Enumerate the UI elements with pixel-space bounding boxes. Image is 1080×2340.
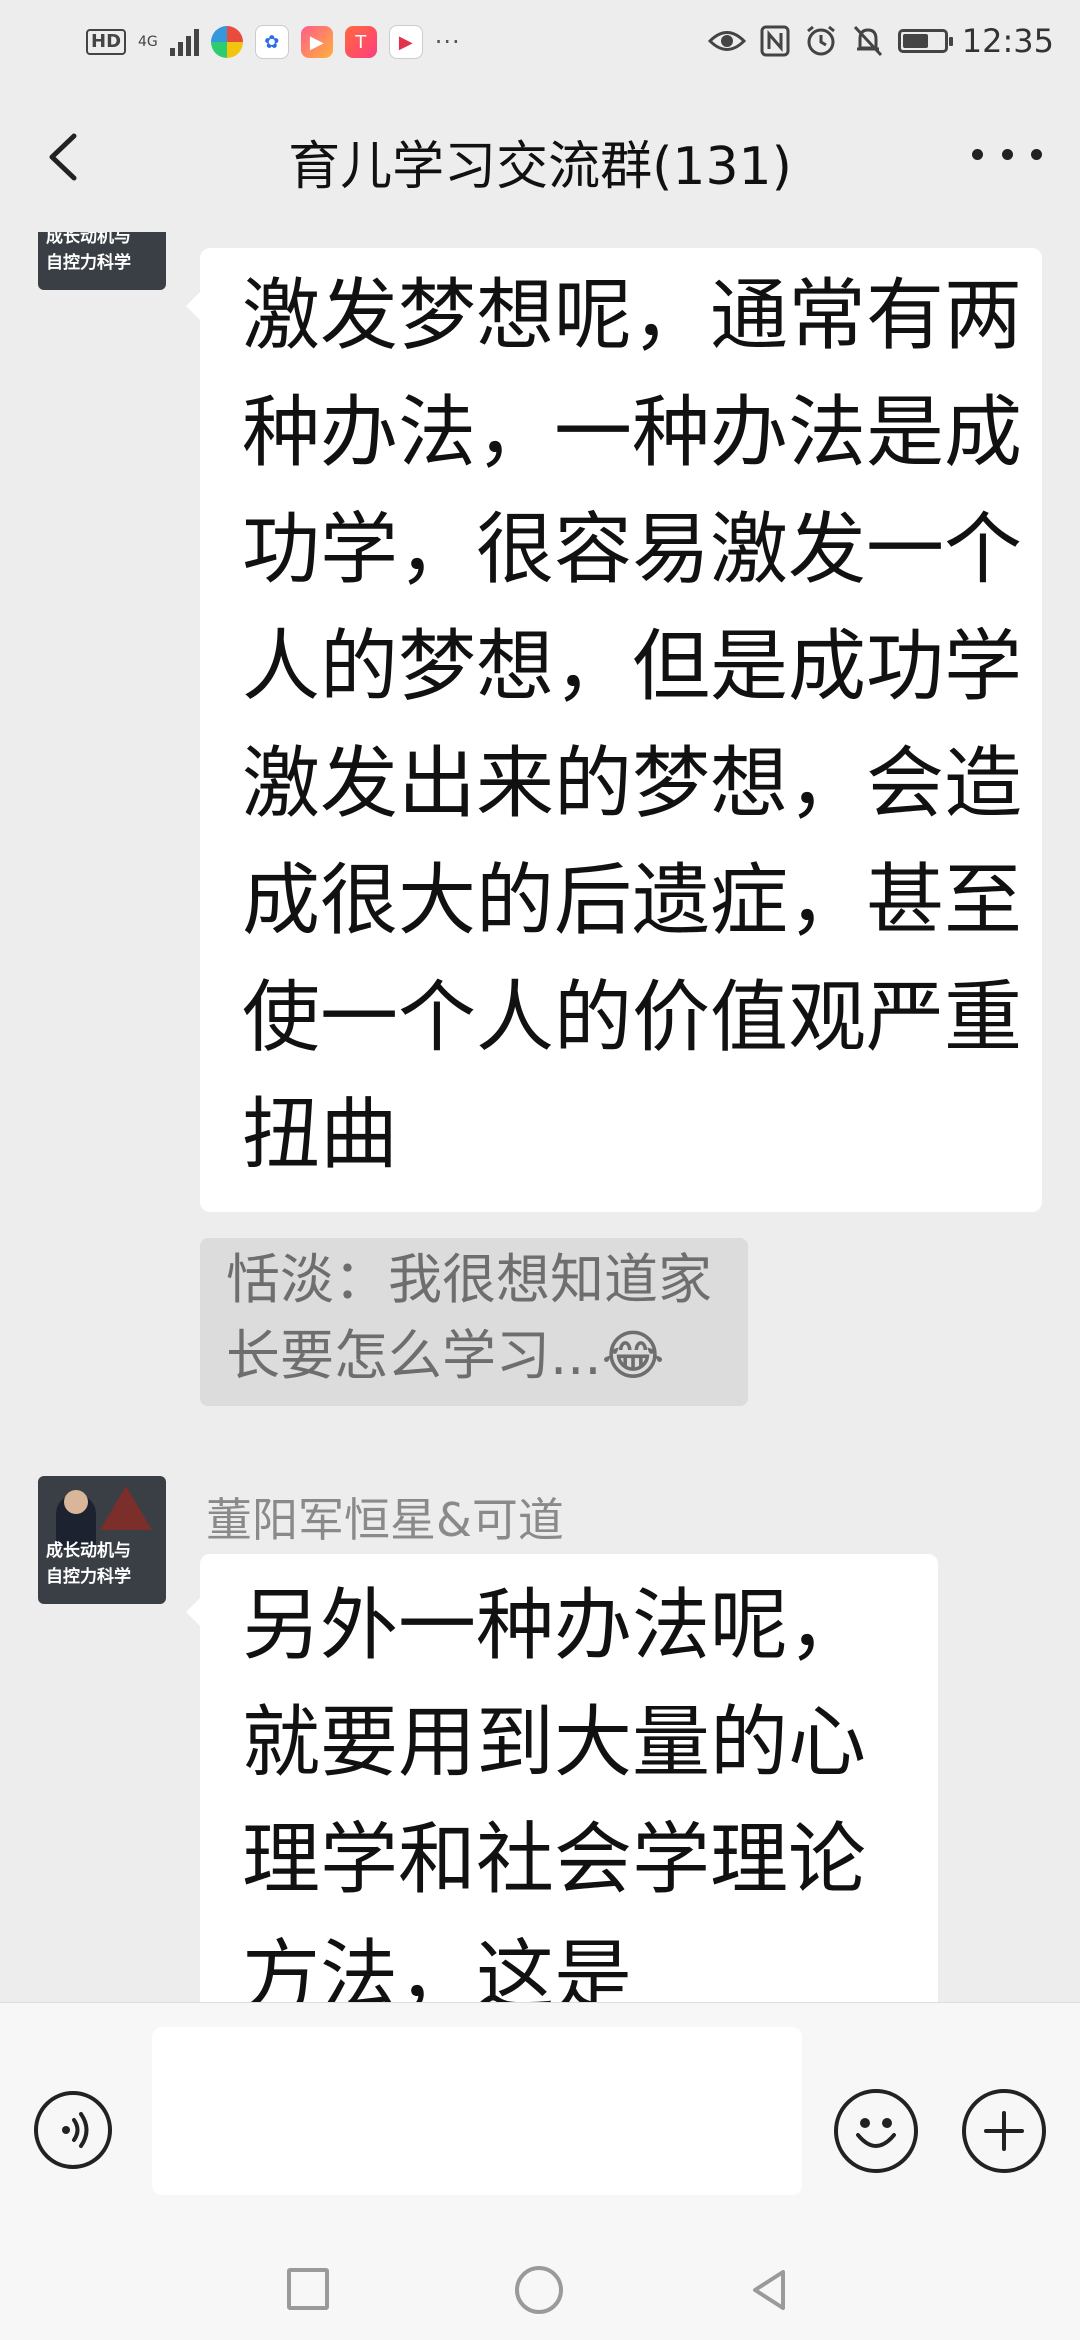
signal-icon (169, 28, 199, 56)
system-nav-bar (0, 2260, 1080, 2340)
message-text: 激发梦想呢，通常有两种办法，一种办法是成功学，很容易激发一个人的梦想，但是成功学… (242, 271, 1023, 1180)
emoji-button[interactable] (834, 2089, 918, 2173)
message-list[interactable]: 成长动机与 自控力科学 激发梦想呢，通常有两种办法，一种办法是成功学，很容易激发… (0, 232, 1080, 2002)
message-bubble[interactable]: 激发梦想呢，通常有两种办法，一种办法是成功学，很容易激发一个人的梦想，但是成功学… (186, 248, 1042, 1212)
chat-header: 育儿学习交流群(131) (0, 82, 1080, 232)
recent-apps-button[interactable] (287, 2268, 329, 2310)
avatar[interactable]: 成长动机与 自控力科学 (38, 232, 166, 290)
smiley-icon (856, 2118, 896, 2148)
message-bubble[interactable]: 另外一种办法呢，就要用到大量的心理学和社会学理论方法，这是 (186, 1554, 938, 2002)
battery-level (902, 34, 928, 48)
dot (972, 148, 983, 160)
input-bar (0, 2002, 1080, 2261)
quoted-message-text: 恬淡：我很想知道家长要怎么学习...😂 (226, 1248, 712, 1387)
app-icon-multicolor (210, 26, 243, 58)
battery-icon (897, 29, 953, 53)
triangle-back-icon (753, 2270, 785, 2310)
more-notifications-icon: ··· (434, 28, 461, 56)
message-text: 另外一种办法呢，就要用到大量的心理学和社会学理论方法，这是 (242, 1581, 867, 2002)
voice-icon (62, 2112, 89, 2148)
alarm-icon (806, 25, 835, 56)
status-bar: HD 4G ✿ ▶ T ▶ ··· 12:35 (0, 0, 1080, 82)
avatar-image (100, 1486, 152, 1530)
eye-icon (707, 31, 746, 51)
app-icon-green: ▶ (388, 25, 423, 59)
more-options-button[interactable] (972, 134, 1042, 174)
avatar-caption: 成长动机与 自控力科学 (46, 232, 131, 273)
network-type-icon: 4G (138, 34, 158, 50)
avatar[interactable]: 成长动机与 自控力科学 (38, 1476, 166, 1604)
status-left: HD 4G ✿ ▶ T ▶ ··· (86, 20, 461, 64)
home-button[interactable] (515, 2266, 563, 2314)
avatar-face (64, 1490, 88, 1514)
app-icon-orange: T (344, 26, 377, 58)
nfc-icon (760, 25, 790, 57)
paw-app-icon: ✿ (254, 25, 289, 59)
mute-bell-icon (853, 25, 882, 57)
avatar-caption: 成长动机与 自控力科学 (46, 1541, 131, 1587)
message-input[interactable] (152, 2027, 802, 2195)
more-functions-button[interactable] (962, 2089, 1046, 2173)
chat-title: 育儿学习交流群(131) (288, 137, 792, 197)
system-back-button[interactable] (745, 2266, 793, 2314)
sender-name: 董阳军恒星&可道 (206, 1493, 564, 1547)
dot (1001, 148, 1013, 160)
plus-icon (984, 2111, 1024, 2151)
video-play-app-icon: ▶ (300, 26, 333, 58)
status-right: 12:35 (707, 18, 1054, 64)
quoted-message[interactable]: 恬淡：我很想知道家长要怎么学习...😂 (200, 1238, 748, 1406)
voice-button[interactable] (34, 2091, 112, 2169)
dot (1031, 148, 1042, 160)
hd-icon: HD (86, 29, 127, 55)
clock: 12:35 (961, 22, 1054, 60)
